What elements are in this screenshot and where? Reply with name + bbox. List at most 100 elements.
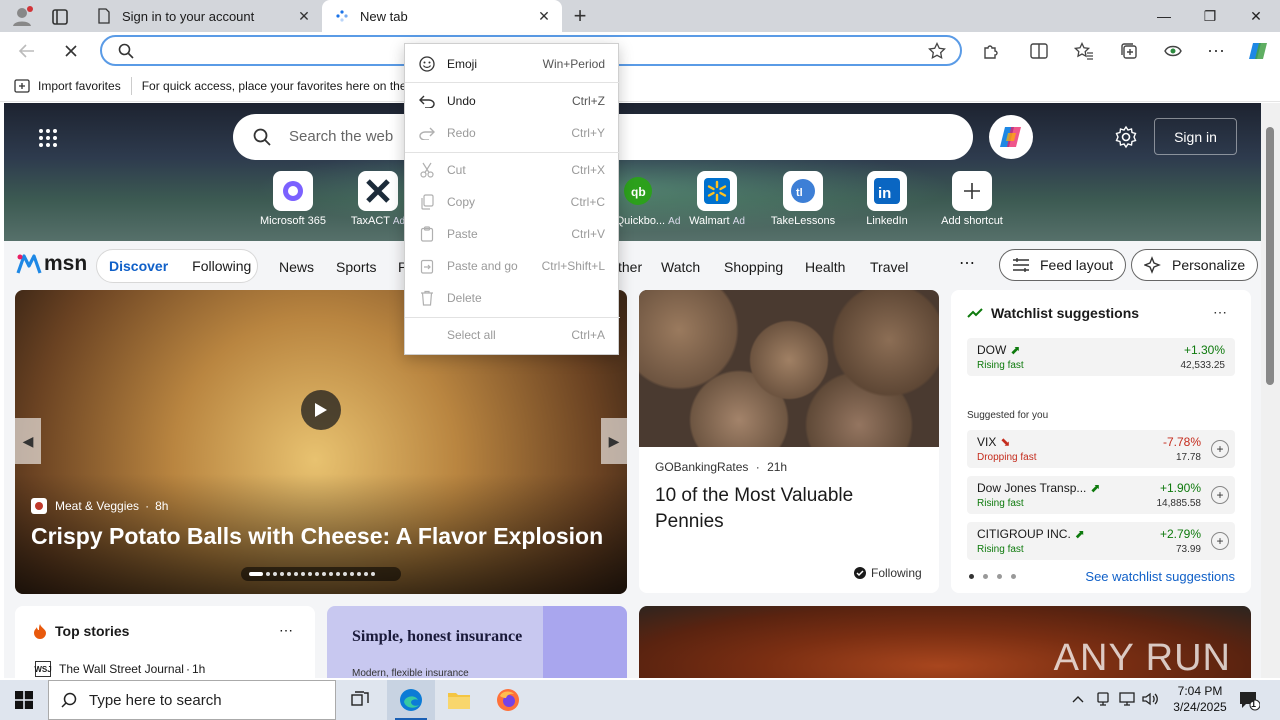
menu-item-select-all[interactable]: Select all Ctrl+A: [405, 321, 620, 349]
close-tab-icon[interactable]: ✕: [294, 6, 314, 26]
back-icon[interactable]: [12, 36, 42, 66]
add-to-watchlist-icon[interactable]: +: [1211, 486, 1229, 504]
nav-watch[interactable]: Watch: [661, 259, 700, 275]
following-label: Following: [871, 566, 922, 580]
edge-taskbar-icon[interactable]: [387, 680, 435, 720]
nav-health[interactable]: Health: [805, 259, 845, 275]
carousel-next-icon[interactable]: ▶: [601, 418, 627, 464]
shortcut-takelessons[interactable]: tl TakeLessons: [758, 171, 848, 227]
page-scrollbar[interactable]: [1261, 103, 1280, 678]
profile-avatar-icon[interactable]: [8, 4, 36, 28]
play-video-icon[interactable]: [301, 390, 341, 430]
file-explorer-icon[interactable]: [435, 680, 483, 720]
tab-following[interactable]: Following: [180, 258, 263, 274]
extensions-icon[interactable]: [976, 36, 1006, 66]
copilot-icon[interactable]: [989, 115, 1033, 159]
nav-travel[interactable]: Travel: [870, 259, 908, 275]
start-button[interactable]: [0, 680, 48, 720]
watchlist-more-icon[interactable]: ⋯: [1213, 304, 1227, 321]
nav-weather[interactable]: ther: [618, 259, 642, 275]
page-settings-icon[interactable]: [1114, 125, 1138, 149]
nav-sports[interactable]: Sports: [336, 259, 376, 275]
add-shortcut-button[interactable]: Add shortcut: [927, 171, 1017, 227]
new-tab-button[interactable]: +: [568, 3, 592, 28]
import-favorites-link[interactable]: Import favorites: [38, 79, 121, 93]
tab-discover[interactable]: Discover: [97, 258, 180, 274]
menu-item-undo[interactable]: Undo Ctrl+Z: [405, 87, 620, 115]
personalize-button[interactable]: Personalize: [1131, 249, 1259, 281]
hero-background: Search the web Sign in Microsoft 365 Tax…: [4, 103, 1261, 241]
story-source-name: GOBankingRates: [655, 460, 749, 474]
ad-label: Ad: [732, 216, 745, 227]
quickbooks-icon: qb: [618, 171, 658, 211]
tab-actions-icon[interactable]: [46, 6, 74, 28]
task-view-icon[interactable]: [336, 680, 384, 720]
menu-item-redo[interactable]: Redo Ctrl+Y: [405, 119, 620, 147]
carousel-prev-icon[interactable]: ◀: [15, 418, 41, 464]
menu-item-paste-and-go[interactable]: Paste and go Ctrl+Shift+L: [405, 252, 620, 280]
tab-sign-in[interactable]: Sign in to your account ✕: [84, 0, 322, 32]
system-clock[interactable]: 7:04 PM 3/24/2025: [1160, 683, 1240, 715]
msn-logo[interactable]: msn: [16, 251, 87, 277]
watchlist-row[interactable]: Dow Jones Transp... ⬈ Rising fast +1.90% …: [967, 476, 1235, 514]
show-hidden-icons-icon[interactable]: [1072, 692, 1084, 707]
add-to-watchlist-icon[interactable]: +: [1211, 440, 1229, 458]
device-icon[interactable]: [1096, 692, 1110, 709]
shortcut-linkedin[interactable]: in LinkedIn: [842, 171, 932, 227]
nav-more-icon[interactable]: ⋯: [959, 253, 975, 273]
taskbar-search-box[interactable]: Type here to search: [48, 680, 336, 720]
split-screen-icon[interactable]: [1024, 36, 1054, 66]
add-to-watchlist-icon[interactable]: +: [1211, 532, 1229, 550]
story-card-pennies[interactable]: GOBankingRates · 21h 10 of the Most Valu…: [639, 290, 939, 593]
favorite-star-icon[interactable]: [928, 41, 946, 63]
search-icon: [61, 692, 77, 708]
network-icon[interactable]: [1119, 692, 1135, 709]
story-card-beans[interactable]: ANY RUN: [639, 606, 1251, 678]
firefox-icon[interactable]: [484, 680, 532, 720]
watchlist-pager[interactable]: [969, 574, 1016, 579]
insurance-ad-card[interactable]: Simple, honest insurance Modern, flexibl…: [327, 606, 627, 678]
dot-separator: ·: [145, 499, 150, 513]
pennies-image: [639, 290, 939, 447]
story-title[interactable]: 10 of the Most Valuable Pennies: [655, 483, 925, 535]
minimize-icon[interactable]: —: [1141, 0, 1187, 32]
scrollbar-thumb[interactable]: [1266, 127, 1274, 385]
top-stories-more-icon[interactable]: ⋯: [279, 622, 293, 639]
menu-item-emoji[interactable]: Emoji Win+Period: [405, 50, 620, 78]
browser-essentials-icon[interactable]: [1158, 36, 1188, 66]
takelessons-icon: tl: [783, 171, 823, 211]
favorites-icon[interactable]: [1069, 36, 1099, 66]
close-tab-icon[interactable]: ✕: [534, 6, 554, 26]
app-launcher-icon[interactable]: [38, 128, 58, 148]
following-status[interactable]: Following: [854, 566, 922, 580]
menu-item-copy[interactable]: Copy Ctrl+C: [405, 188, 620, 216]
restore-icon[interactable]: ❐: [1187, 0, 1233, 32]
nav-shopping[interactable]: Shopping: [724, 259, 783, 275]
settings-more-icon[interactable]: ⋯: [1201, 36, 1231, 66]
notifications-icon[interactable]: 1: [1238, 689, 1261, 714]
carousel-indicator: [241, 567, 401, 581]
svg-text:in: in: [878, 185, 891, 202]
see-watchlist-link[interactable]: See watchlist suggestions: [1085, 569, 1235, 584]
collections-icon[interactable]: [1114, 36, 1144, 66]
copilot-icon[interactable]: [1243, 36, 1273, 66]
feature-title[interactable]: Crispy Potato Balls with Cheese: A Flavo…: [31, 523, 603, 550]
menu-item-delete[interactable]: Delete: [405, 284, 620, 312]
tab-new-tab[interactable]: New tab ✕: [322, 0, 562, 32]
stop-loading-icon[interactable]: [56, 36, 86, 66]
close-window-icon[interactable]: ✕: [1233, 0, 1279, 32]
menu-item-paste[interactable]: Paste Ctrl+V: [405, 220, 620, 248]
watchlist-row[interactable]: DOW ⬈ Rising fast +1.30% 42,533.25: [967, 338, 1235, 376]
menu-item-cut[interactable]: Cut Ctrl+X: [405, 156, 620, 184]
volume-icon[interactable]: [1142, 692, 1158, 709]
sign-in-button[interactable]: Sign in: [1154, 118, 1237, 155]
favorites-hint: For quick access, place your favorites h…: [141, 78, 414, 93]
nav-news[interactable]: News: [279, 259, 314, 275]
shortcut-walmart[interactable]: Walmart Ad: [672, 171, 762, 227]
new-tab-page: Search the web Sign in Microsoft 365 Tax…: [4, 103, 1261, 678]
watchlist-row[interactable]: CITIGROUP INC. ⬈ Rising fast +2.79% 73.99…: [967, 522, 1235, 560]
watchlist-row[interactable]: VIX ⬊ Dropping fast -7.78% 17.78 +: [967, 430, 1235, 468]
feed-layout-button[interactable]: Feed layout: [999, 249, 1127, 281]
shortcut-microsoft-365[interactable]: Microsoft 365: [248, 171, 338, 227]
story-source: WSJ The Wall Street Journal · 1h: [34, 661, 206, 677]
